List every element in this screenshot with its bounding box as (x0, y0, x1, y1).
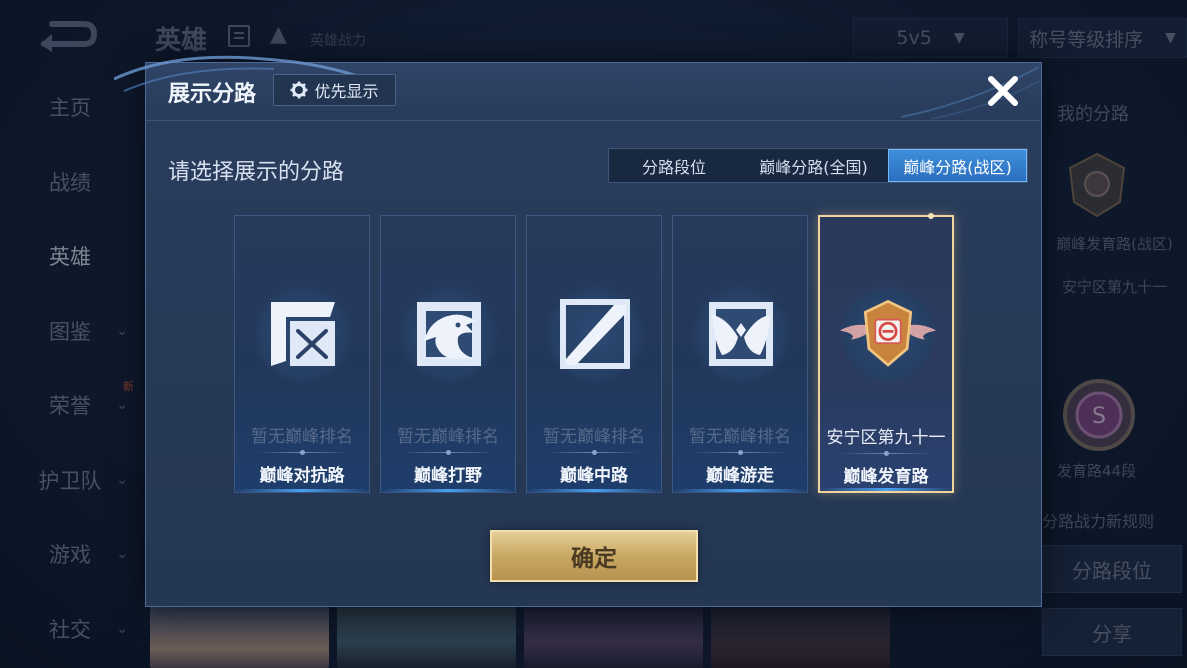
tab-peak-national[interactable]: 巅峰分路(全国) (739, 149, 888, 182)
lane-rank-text: 暂无巅峰排名 (689, 427, 791, 447)
lane-tabs: 分路段位 巅峰分路(全国) 巅峰分路(战区) (608, 148, 1028, 183)
lane-card-mid[interactable]: 暂无巅峰排名 巅峰中路 (526, 215, 662, 493)
lane-name: 巅峰游走 (706, 466, 774, 486)
clash-lane-icon (271, 302, 335, 366)
jungle-dragon-icon (417, 302, 481, 366)
confirm-button[interactable]: 确定 (490, 530, 698, 582)
roam-wings-icon (709, 302, 773, 366)
lane-rank-text: 暂无巅峰排名 (543, 427, 645, 447)
lane-rank-text: 暂无巅峰排名 (397, 427, 499, 447)
lane-name: 巅峰发育路 (843, 467, 929, 487)
priority-display-button[interactable]: 优先显示 (273, 74, 396, 106)
lane-card-roam[interactable]: 暂无巅峰排名 巅峰游走 (672, 215, 808, 493)
lane-card-list: 暂无巅峰排名 巅峰对抗路 暂无巅峰排名 巅峰打野 暂无巅峰排名 巅峰中路 暂无巅… (234, 213, 956, 493)
lane-display-dialog: 展示分路 优先显示 请选择展示的分路 分路段位 巅峰分路(全国) 巅峰分路(战区… (114, 55, 1042, 607)
lane-rank-text: 暂无巅峰排名 (251, 427, 353, 447)
lane-name: 巅峰中路 (560, 466, 628, 486)
divider (255, 450, 349, 455)
lane-card-farm[interactable]: 安宁区第九十一 巅峰发育路 (818, 213, 954, 493)
lane-card-clash[interactable]: 暂无巅峰排名 巅峰对抗路 (234, 215, 370, 493)
divider (693, 450, 787, 455)
lane-icon-ring (691, 284, 791, 384)
gear-icon (290, 81, 308, 99)
lane-icon-ring (838, 285, 938, 385)
divider (547, 450, 641, 455)
dialog-title: 展示分路 (168, 82, 257, 107)
lane-name: 巅峰打野 (414, 466, 482, 486)
tab-peak-region[interactable]: 巅峰分路(战区) (888, 149, 1027, 182)
lane-icon-ring (253, 284, 353, 384)
mid-lane-icon (560, 299, 630, 369)
selected-dot (928, 213, 934, 219)
divider (401, 450, 495, 455)
lane-icon-ring (545, 284, 645, 384)
lane-rank-text: 安宁区第九十一 (826, 428, 946, 448)
divider (840, 451, 932, 456)
lane-card-jungle[interactable]: 暂无巅峰排名 巅峰打野 (380, 215, 516, 493)
tab-lane-rank[interactable]: 分路段位 (609, 149, 739, 182)
close-icon[interactable] (983, 71, 1023, 111)
dialog-subtitle: 请选择展示的分路 (168, 160, 345, 185)
lane-name: 巅峰对抗路 (259, 466, 345, 486)
lane-icon-ring (399, 284, 499, 384)
priority-display-label: 优先显示 (314, 82, 379, 101)
farm-lane-badge-icon (839, 299, 937, 367)
